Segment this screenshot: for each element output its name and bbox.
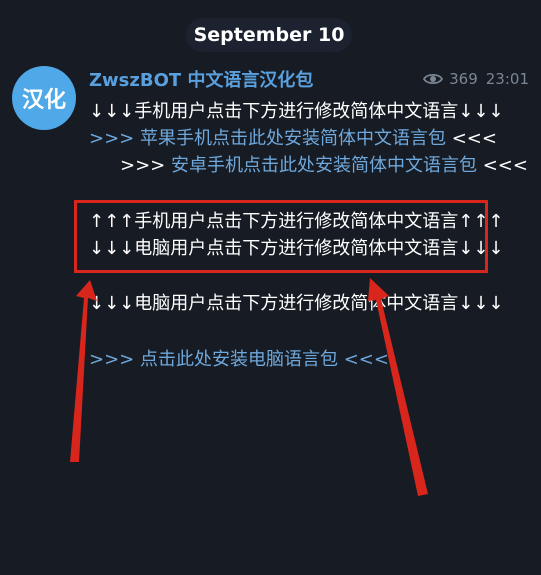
message-meta: 369 23:01 xyxy=(423,70,529,88)
channel-name[interactable]: ZwszBOT 中文语言汉化包 xyxy=(89,66,313,92)
eye-icon xyxy=(423,72,444,86)
view-count: 369 xyxy=(449,70,478,88)
pc-instruction-2: ↓↓↓电脑用户点击下方进行修改简体中文语言↓↓↓ xyxy=(89,293,504,314)
pc-install-link[interactable]: 点击此处安装电脑语言包 xyxy=(140,349,338,370)
pc-prefix: >>> xyxy=(89,349,140,370)
mobile-instruction-down: ↓↓↓手机用户点击下方进行修改简体中文语言↓↓↓ xyxy=(89,101,504,122)
ios-install-link[interactable]: 苹果手机点击此处安装简体中文语言包 xyxy=(140,128,446,149)
android-install-line: >>> 安卓手机点击此处安装简体中文语言包 <<< xyxy=(89,152,529,179)
avatar-text: 汉化 xyxy=(21,88,66,113)
date-label: September 10 xyxy=(193,24,345,46)
android-prefix: >>> xyxy=(120,155,171,176)
message-header: ZwszBOT 中文语言汉化包 369 23:01 xyxy=(89,64,529,94)
ios-install-line: >>> 苹果手机点击此处安装简体中文语言包 <<< xyxy=(89,125,529,152)
pc-install-line: >>> 点击此处安装电脑语言包 <<< xyxy=(89,346,529,373)
pc-suffix: <<< xyxy=(337,349,389,370)
channel-avatar[interactable]: 汉化 xyxy=(12,66,76,130)
annotation-highlight-box xyxy=(74,200,488,273)
date-separator: September 10 xyxy=(186,18,352,52)
message-time: 23:01 xyxy=(485,70,529,88)
ios-prefix: >>> xyxy=(89,128,140,149)
android-install-link[interactable]: 安卓手机点击此处安装简体中文语言包 xyxy=(171,155,477,176)
android-suffix: <<< xyxy=(476,155,528,176)
ios-suffix: <<< xyxy=(445,128,497,149)
